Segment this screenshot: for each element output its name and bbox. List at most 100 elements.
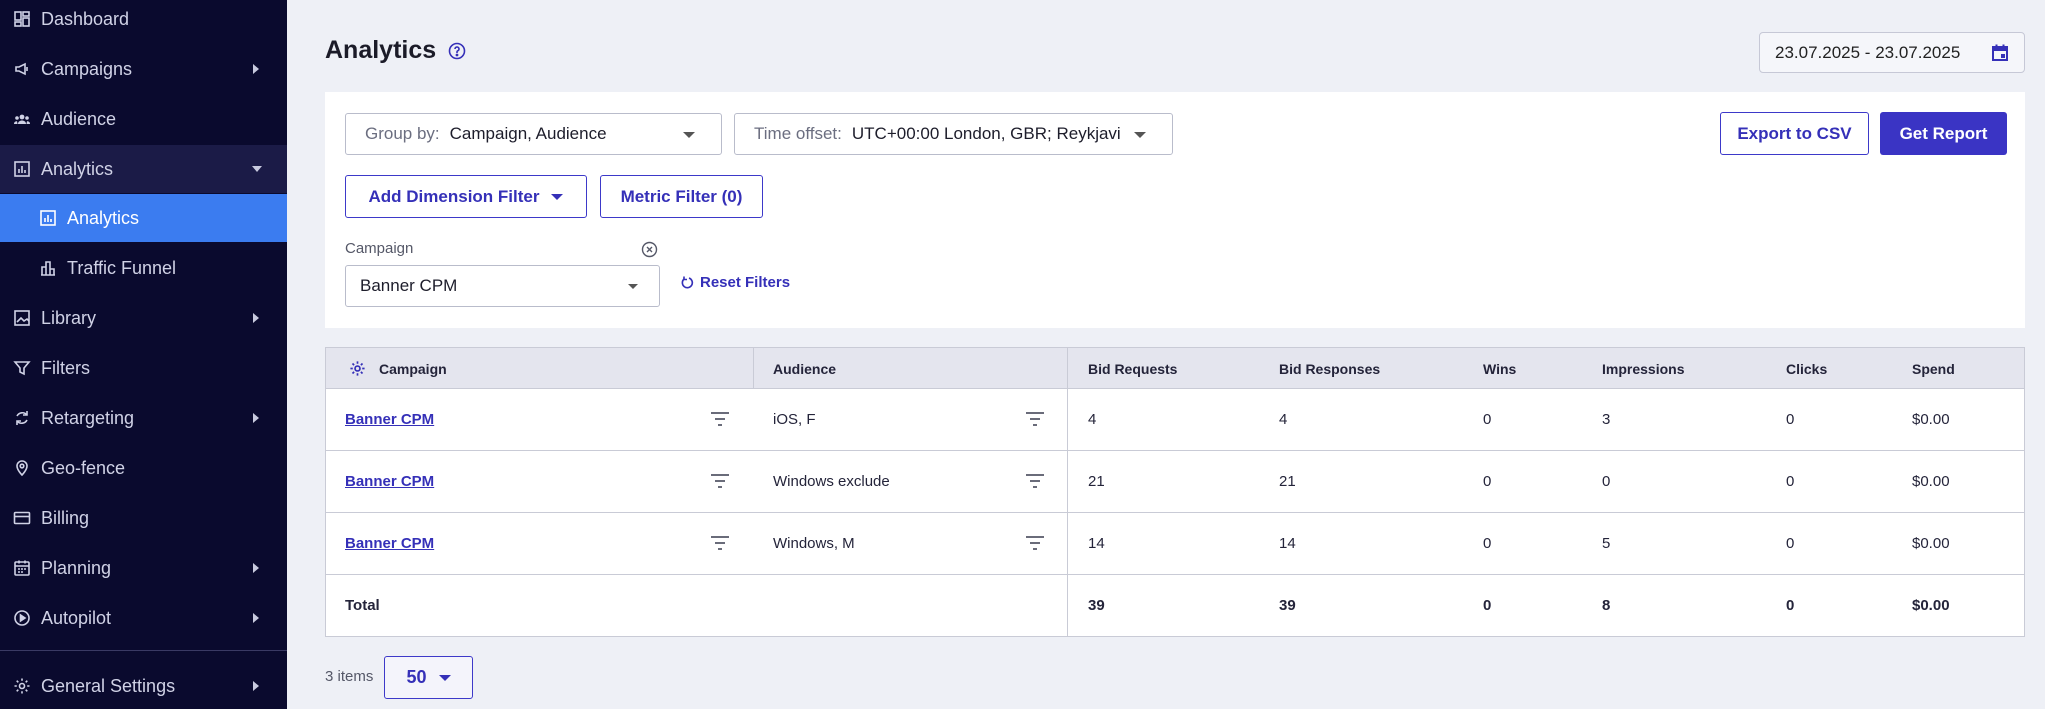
chevron-down-icon xyxy=(551,193,564,200)
page-size-select[interactable]: 50 xyxy=(384,656,473,699)
sidebar-item-planning[interactable]: Planning xyxy=(0,544,287,592)
total-spend: $0.00 xyxy=(1912,597,1950,614)
export-csv-button[interactable]: Export to CSV xyxy=(1720,112,1869,155)
sidebar-item-label: General Settings xyxy=(41,675,176,696)
filter-lines-icon[interactable] xyxy=(1025,473,1045,489)
column-header-campaign[interactable]: Campaign xyxy=(379,348,447,389)
gear-icon[interactable] xyxy=(349,360,366,377)
sidebar-item-retargeting[interactable]: Retargeting xyxy=(0,394,287,442)
filter-lines-icon[interactable] xyxy=(710,535,730,551)
chevron-right-icon xyxy=(253,64,259,74)
chevron-down-icon xyxy=(1134,132,1146,138)
group-by-select[interactable]: Group by: Campaign, Audience xyxy=(345,113,722,155)
reset-filters-link[interactable]: Reset Filters xyxy=(680,274,790,291)
campaign-select[interactable]: Banner CPM xyxy=(345,265,660,307)
sidebar-item-billing[interactable]: Billing xyxy=(0,494,287,542)
sidebar-item-dashboard[interactable]: Dashboard xyxy=(0,0,287,43)
date-range-value: 23.07.2025 - 23.07.2025 xyxy=(1775,42,1961,62)
bid-responses-cell: 4 xyxy=(1279,411,1288,428)
sidebar-item-autopilot[interactable]: Autopilot xyxy=(0,594,287,642)
total-label: Total xyxy=(345,597,380,614)
table-row: Banner CPM iOS, F 4 4 0 3 0 $0.00 xyxy=(326,389,2024,451)
sidebar-item-traffic-funnel[interactable]: Traffic Funnel xyxy=(0,244,287,292)
campaign-link[interactable]: Banner CPM xyxy=(345,513,434,574)
impressions-cell: 5 xyxy=(1602,535,1611,552)
date-range-picker[interactable]: 23.07.2025 - 23.07.2025 xyxy=(1759,32,2025,73)
wins-cell: 0 xyxy=(1483,535,1492,552)
campaign-field-label: Campaign xyxy=(345,240,414,257)
dashboard-icon xyxy=(12,9,32,29)
chevron-right-icon xyxy=(253,613,259,623)
table-header: Campaign Audience Bid Requests Bid Respo… xyxy=(326,348,2024,389)
sidebar-item-campaigns[interactable]: Campaigns xyxy=(0,45,287,93)
filter-lines-icon[interactable] xyxy=(710,473,730,489)
sidebar-item-audience[interactable]: Audience xyxy=(0,95,287,143)
column-header-audience[interactable]: Audience xyxy=(773,348,836,389)
chevron-right-icon xyxy=(253,313,259,323)
filter-lines-icon[interactable] xyxy=(1025,535,1045,551)
sidebar-item-label: Dashboard xyxy=(41,8,130,29)
sidebar-item-label: Billing xyxy=(41,507,90,528)
column-header-impressions[interactable]: Impressions xyxy=(1602,348,1684,389)
sidebar-item-geo-fence[interactable]: Geo-fence xyxy=(0,444,287,492)
reset-icon xyxy=(681,276,694,288)
campaign-link[interactable]: Banner CPM xyxy=(345,389,434,450)
sidebar-item-label: Campaigns xyxy=(41,58,133,79)
column-header-wins[interactable]: Wins xyxy=(1483,348,1516,389)
sidebar-item-filters[interactable]: Filters xyxy=(0,344,287,392)
total-bid-requests: 39 xyxy=(1088,597,1105,614)
column-header-bid-responses[interactable]: Bid Responses xyxy=(1279,348,1380,389)
gear-icon xyxy=(12,676,32,696)
column-header-spend[interactable]: Spend xyxy=(1912,348,1955,389)
time-offset-value: UTC+00:00 London, GBR; Reykjavi xyxy=(851,124,1121,143)
add-dimension-filter-button[interactable]: Add Dimension Filter xyxy=(345,175,587,218)
sidebar-divider xyxy=(0,650,287,651)
credit-card-icon xyxy=(12,508,32,528)
sidebar-item-label: Analytics xyxy=(41,158,114,179)
filter-lines-icon[interactable] xyxy=(1025,411,1045,427)
chevron-down-icon xyxy=(438,674,451,681)
page-size-value: 50 xyxy=(406,667,427,687)
megaphone-icon xyxy=(12,59,32,79)
sidebar-item-label: Geo-fence xyxy=(41,457,126,478)
image-icon xyxy=(12,308,32,328)
column-header-bid-requests[interactable]: Bid Requests xyxy=(1088,348,1177,389)
time-offset-label: Time offset: xyxy=(754,124,842,143)
campaign-link[interactable]: Banner CPM xyxy=(345,451,434,512)
help-icon[interactable] xyxy=(448,42,466,60)
group-by-value: Campaign, Audience xyxy=(449,124,607,143)
bid-responses-cell: 21 xyxy=(1279,473,1296,490)
spend-cell: $0.00 xyxy=(1912,411,1950,428)
sidebar-item-general-settings[interactable]: General Settings xyxy=(0,662,287,709)
users-icon xyxy=(12,109,32,129)
items-count: 3 items xyxy=(325,668,374,685)
metric-filter-button[interactable]: Metric Filter (0) xyxy=(600,175,763,218)
sidebar-item-label: Retargeting xyxy=(41,407,135,428)
calendar-icon xyxy=(12,558,32,578)
get-report-button[interactable]: Get Report xyxy=(1880,112,2007,155)
location-pin-icon xyxy=(12,458,32,478)
sidebar-item-label: Filters xyxy=(41,357,90,378)
chevron-right-icon xyxy=(253,413,259,423)
chevron-down-icon xyxy=(252,166,262,172)
add-dimension-filter-label: Add Dimension Filter xyxy=(368,186,540,206)
sidebar-item-label: Autopilot xyxy=(41,607,112,628)
sync-icon xyxy=(12,408,32,428)
bid-requests-cell: 14 xyxy=(1088,535,1105,552)
total-clicks: 0 xyxy=(1786,597,1795,614)
chevron-right-icon xyxy=(253,563,259,573)
time-offset-select[interactable]: Time offset: UTC+00:00 London, GBR; Reyk… xyxy=(734,113,1173,155)
impressions-cell: 0 xyxy=(1602,473,1611,490)
column-header-clicks[interactable]: Clicks xyxy=(1786,348,1827,389)
sidebar-item-analytics[interactable]: Analytics xyxy=(0,194,287,242)
filter-lines-icon[interactable] xyxy=(710,411,730,427)
funnel-chart-icon xyxy=(38,258,58,278)
audience-cell: iOS, F xyxy=(773,411,816,428)
chevron-down-icon xyxy=(683,132,695,138)
group-by-label: Group by: xyxy=(365,124,440,143)
audience-cell: Windows exclude xyxy=(773,473,890,490)
sidebar-item-library[interactable]: Library xyxy=(0,294,287,342)
clear-icon[interactable] xyxy=(641,241,658,258)
sidebar-item-analytics-group[interactable]: Analytics xyxy=(0,145,287,193)
clicks-cell: 0 xyxy=(1786,535,1795,552)
